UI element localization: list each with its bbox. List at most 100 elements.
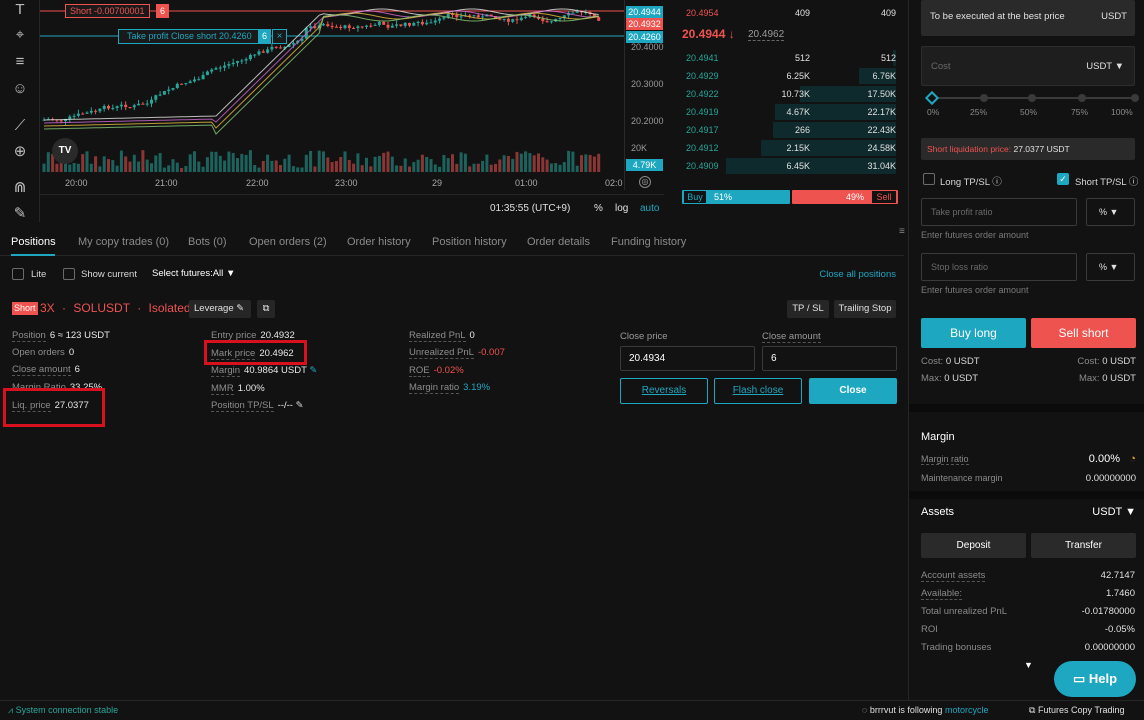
zoom-icon[interactable]: ⊕ xyxy=(10,142,30,162)
close-amount-input[interactable]: 6 xyxy=(762,346,897,371)
sl-unit-dropdown[interactable]: % ▼ xyxy=(1086,253,1135,281)
text-tool-icon[interactable]: T xyxy=(10,0,30,20)
slider-handle[interactable] xyxy=(924,90,940,106)
candle-body xyxy=(240,60,244,62)
futures-copy-trading-link[interactable]: ⧉ Futures Copy Trading xyxy=(1029,705,1125,716)
settings-icon[interactable]: ◎ xyxy=(639,176,651,188)
long-tpsl-checkbox[interactable] xyxy=(923,173,935,185)
tab-bots[interactable]: Bots (0) xyxy=(188,236,227,248)
asset-value: 42.7147 xyxy=(1100,570,1135,581)
close-all-positions-link[interactable]: Close all positions xyxy=(819,269,896,280)
show-current-checkbox[interactable] xyxy=(63,268,75,280)
bid-row[interactable]: 20.4941 512 512 xyxy=(676,49,900,67)
emoji-tool-icon[interactable]: ☺ xyxy=(10,79,30,99)
market-price-field[interactable]: To be executed at the best price USDT xyxy=(921,0,1135,36)
candle-body xyxy=(197,79,201,81)
deposit-button[interactable]: Deposit xyxy=(921,533,1026,558)
candle-body xyxy=(343,25,347,28)
tp-hint: Enter futures order amount xyxy=(921,230,1029,240)
cost-unit-dropdown[interactable]: USDT ▼ xyxy=(1086,61,1124,72)
tp-unit-dropdown[interactable]: % ▼ xyxy=(1086,198,1135,226)
bid-row[interactable]: 20.4917 266 22.43K xyxy=(676,121,900,139)
select-futures-dropdown[interactable]: Select futures:All ▼ xyxy=(152,268,235,279)
select-futures-label: Select futures:All xyxy=(152,268,224,279)
close-button[interactable]: Close xyxy=(809,378,897,404)
volume-bar xyxy=(317,150,321,172)
long-cost: Cost: 0 USDT xyxy=(921,356,980,367)
short-order-line-label[interactable]: Short -0.00700001 xyxy=(65,4,150,18)
pattern-tool-icon[interactable]: ⌖ xyxy=(10,25,30,45)
lite-checkbox[interactable] xyxy=(12,268,24,280)
bid-row[interactable]: 20.4929 6.25K 6.76K xyxy=(676,67,900,85)
help-button[interactable]: ▭ Help xyxy=(1054,661,1136,697)
flash-close-button[interactable]: Flash close xyxy=(714,378,802,404)
candle-body xyxy=(326,24,330,27)
take-profit-input[interactable]: Take profit ratio xyxy=(921,198,1077,226)
tab-order-history[interactable]: Order history xyxy=(347,236,411,248)
volume-bar xyxy=(584,154,588,172)
volume-bar xyxy=(141,150,145,172)
trailing-stop-button[interactable]: Trailing Stop xyxy=(834,300,896,318)
bid-row[interactable]: 20.4909 6.45K 31.04K xyxy=(676,157,900,175)
log-toggle[interactable]: log xyxy=(615,203,628,214)
sell-short-button[interactable]: Sell short xyxy=(1031,318,1136,348)
leverage-button[interactable]: Leverage ✎ xyxy=(189,300,251,318)
copy-follow-notice[interactable]: ◌ brrrvut is following motorcycle xyxy=(862,705,988,715)
percent-toggle[interactable]: % xyxy=(594,203,603,214)
buy-long-button[interactable]: Buy long xyxy=(921,318,1026,348)
transfer-button[interactable]: Transfer xyxy=(1031,533,1136,558)
stop-loss-input[interactable]: Stop loss ratio xyxy=(921,253,1077,281)
field-value: -0.007 xyxy=(477,347,505,358)
slider-stop[interactable] xyxy=(1078,94,1086,102)
take-profit-text: Take profit Close short 20.4260 xyxy=(127,31,252,41)
tab-funding-history[interactable]: Funding history xyxy=(611,236,686,248)
assets-unit-dropdown[interactable]: USDT ▼ xyxy=(1092,506,1136,518)
auto-toggle[interactable]: auto xyxy=(640,203,659,214)
tp-sl-button[interactable]: TP / SL xyxy=(787,300,829,318)
short-tpsl-checkbox[interactable]: ✓ xyxy=(1057,173,1069,185)
ruler-icon[interactable]: ⟋ xyxy=(10,116,30,136)
candle-body xyxy=(231,62,235,65)
volume-bar xyxy=(511,158,515,172)
candle-body xyxy=(395,24,399,26)
candle-body xyxy=(132,105,136,108)
expand-caret-icon[interactable]: ▼ xyxy=(1024,660,1033,670)
tab-order-details[interactable]: Order details xyxy=(527,236,590,248)
bid-row[interactable]: 20.4922 10.73K 17.50K xyxy=(676,85,900,103)
slider-stop[interactable] xyxy=(1131,94,1139,102)
tab-open-orders[interactable]: Open orders (2) xyxy=(249,236,327,248)
close-amount-label: Close amount xyxy=(762,331,821,343)
edit-tpsl-icon[interactable]: ✎ xyxy=(296,400,304,411)
tab-copy-trades[interactable]: My copy trades (0) xyxy=(78,236,169,248)
reversals-button[interactable]: Reversals xyxy=(620,378,708,404)
candle-body xyxy=(416,21,420,24)
mmr-field: MMR 1.00% xyxy=(211,383,265,395)
slider-stop[interactable] xyxy=(1028,94,1036,102)
close-icon[interactable]: × xyxy=(272,29,287,44)
candle-body xyxy=(102,105,106,109)
tab-position-history[interactable]: Position history xyxy=(432,236,507,248)
bid-amount: 4.67K xyxy=(786,107,810,117)
ask-row[interactable]: 20.4954 409 409 xyxy=(676,4,900,22)
tab-positions[interactable]: Positions xyxy=(11,236,56,248)
indicator-tool-icon[interactable]: ≡ xyxy=(10,52,30,72)
bid-row[interactable]: 20.4912 2.15K 24.58K xyxy=(676,139,900,157)
volume-bar xyxy=(494,163,497,172)
price-axis[interactable]: 20.4944 20.4932 20.4260 20.4000 20.3000 … xyxy=(624,0,664,190)
slider-stop[interactable] xyxy=(980,94,988,102)
cost-input[interactable]: Cost USDT ▼ xyxy=(921,46,1135,86)
candle-body xyxy=(541,18,545,22)
time-axis[interactable]: 20:00 21:00 22:00 23:00 29 01:00 02:0 xyxy=(40,172,624,194)
edit-margin-icon[interactable]: ✎ xyxy=(309,365,317,376)
price-chart[interactable]: Short -0.00700001 6 Take profit Close sh… xyxy=(40,0,624,190)
draw-lock-icon[interactable]: ✎ xyxy=(10,204,30,224)
volume-bar xyxy=(85,151,89,172)
following-text: is following xyxy=(898,705,943,715)
candle-body xyxy=(408,22,411,26)
field-label: ROE xyxy=(409,365,430,377)
take-profit-line-label[interactable]: Take profit Close short 20.4260 xyxy=(118,29,261,44)
close-price-input[interactable]: 20.4934 xyxy=(620,346,755,371)
external-link-icon[interactable]: ⧉ xyxy=(257,300,275,318)
bid-row[interactable]: 20.4919 4.67K 22.17K xyxy=(676,103,900,121)
magnet-icon[interactable]: ⋒ xyxy=(10,178,30,198)
